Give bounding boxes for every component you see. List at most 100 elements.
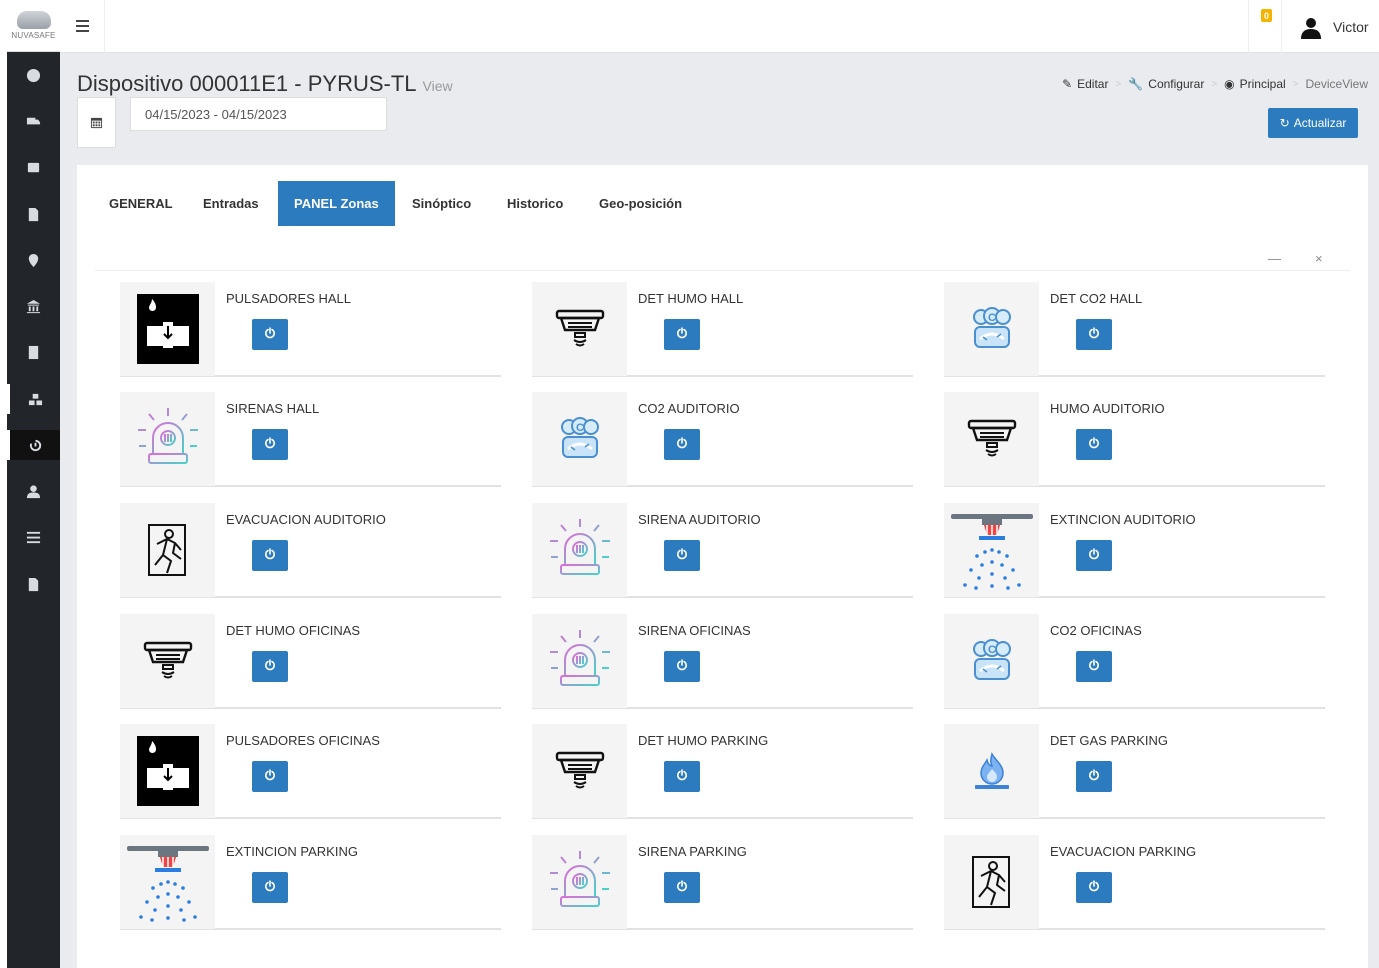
zone-label: DET GAS PARKING (1050, 733, 1168, 748)
zone-label: SIRENAS HALL (226, 401, 320, 416)
sidebar-item-dashboard[interactable] (7, 60, 60, 90)
sim-card-icon (28, 207, 39, 221)
zone-power-button[interactable] (252, 540, 288, 571)
zone-card-extincion-parking: EXTINCION PARKING (120, 835, 501, 930)
breadcrumb-principal[interactable]: Principal (1240, 77, 1286, 91)
zone-power-button[interactable] (252, 651, 288, 682)
zone-card-sirenas-hall: SIRENAS HALL (120, 392, 501, 487)
zone-label: DET HUMO PARKING (638, 733, 769, 748)
zone-label: EVACUACION PARKING (1050, 844, 1197, 859)
power-icon (1088, 658, 1100, 676)
power-icon (1088, 436, 1100, 454)
zone-label: HUMO AUDITORIO (1050, 401, 1165, 416)
logo-text: NUVASAFE (11, 31, 56, 40)
zone-card-pulsadores-hall: PULSADORES HALL (120, 282, 501, 377)
sidebar-item-cubes[interactable] (7, 384, 60, 414)
zone-power-button[interactable] (252, 761, 288, 792)
zone-card-evacuacion-auditorio: EVACUACION AUDITORIO (120, 503, 501, 598)
zone-label: SIRENA PARKING (638, 844, 747, 859)
power-icon (264, 879, 276, 897)
zone-card-det-humo-hall: DET HUMO HALL (532, 282, 913, 377)
dashboard-icon (26, 68, 41, 82)
logo[interactable]: NUVASAFE (7, 0, 60, 52)
breadcrumb: ✎ Editar > 🔧 Configurar > ◉ Principal > … (1062, 77, 1368, 91)
tab-panel-zonas[interactable]: PANEL Zonas (278, 181, 395, 226)
tab-sin-ptico[interactable]: Sinóptico (396, 181, 487, 226)
zone-card-sirena-oficinas: SIRENA OFICINAS (532, 614, 913, 709)
tab-geo-posici-n[interactable]: Geo-posición (583, 181, 698, 226)
tab-historico[interactable]: Historico (491, 181, 579, 226)
zone-power-button[interactable] (1076, 761, 1112, 792)
zone-label: SIRENA AUDITORIO (638, 512, 761, 527)
sidebar-item-file[interactable] (7, 569, 60, 599)
breadcrumb-configurar[interactable]: Configurar (1148, 77, 1204, 91)
zone-power-button[interactable] (252, 872, 288, 903)
refresh-button[interactable]: ↻ Actualizar (1268, 108, 1358, 138)
tab-entradas[interactable]: Entradas (187, 181, 275, 226)
zone-power-button[interactable] (252, 319, 288, 350)
power-icon (264, 658, 276, 676)
power-icon (1088, 879, 1100, 897)
sidebar-item-history[interactable] (7, 430, 60, 460)
sidebar-item-sim-card[interactable] (7, 199, 60, 229)
file-icon (28, 577, 39, 591)
history-icon (29, 439, 41, 451)
smoke-detector-icon (944, 392, 1039, 486)
sidebar-item-list[interactable] (7, 522, 60, 552)
zone-card-det-humo-parking: DET HUMO PARKING (532, 724, 913, 819)
push-button-icon (120, 724, 215, 818)
co2-detector-icon: C (944, 282, 1039, 376)
user-avatar-icon[interactable] (1300, 17, 1322, 39)
list-icon (26, 531, 41, 543)
dashboard-icon: ◉ (1224, 77, 1235, 91)
date-range-input[interactable]: 04/15/2023 - 04/15/2023 (130, 97, 387, 131)
zone-label: CO2 AUDITORIO (638, 401, 740, 416)
institution-icon (26, 299, 41, 313)
evacuation-icon (944, 835, 1039, 929)
sidebar-item-map-marker[interactable] (7, 245, 60, 275)
power-icon (676, 768, 688, 786)
zone-card-extincion-auditorio: EXTINCION AUDITORIO (944, 503, 1325, 598)
minimize-icon[interactable]: — (1268, 251, 1281, 266)
zone-power-button[interactable] (252, 429, 288, 460)
zone-power-button[interactable] (664, 651, 700, 682)
sidebar-item-table[interactable] (7, 152, 60, 182)
sidebar-item-institution[interactable] (7, 291, 60, 321)
zone-power-button[interactable] (1076, 319, 1112, 350)
power-icon (676, 658, 688, 676)
edit-icon: ✎ (1062, 77, 1073, 91)
zone-card-det-co2-hall: C DET CO2 HALL (944, 282, 1325, 377)
sidebar-item-truck[interactable] (7, 106, 60, 136)
power-icon (264, 547, 276, 565)
zone-power-button[interactable] (1076, 429, 1112, 460)
notification-badge[interactable]: 0 (1261, 9, 1272, 22)
zone-card-sirena-parking: SIRENA PARKING (532, 835, 913, 930)
sprinkler-icon (120, 835, 215, 929)
power-icon (1088, 547, 1100, 565)
sidebar-item-building[interactable] (7, 337, 60, 367)
smoke-detector-icon (532, 282, 627, 376)
zone-power-button[interactable] (1076, 872, 1112, 903)
power-icon (676, 436, 688, 454)
refresh-icon: ↻ (1279, 116, 1290, 130)
zone-power-button[interactable] (664, 540, 700, 571)
zone-power-button[interactable] (1076, 540, 1112, 571)
zone-power-button[interactable] (664, 872, 700, 903)
menu-toggle-icon[interactable] (76, 20, 89, 35)
push-button-icon (120, 282, 215, 376)
zone-card-humo-auditorio: HUMO AUDITORIO (944, 392, 1325, 487)
zone-power-button[interactable] (664, 429, 700, 460)
zone-power-button[interactable] (664, 319, 700, 350)
zone-power-button[interactable] (1076, 651, 1112, 682)
tab-general[interactable]: GENERAL (93, 181, 189, 226)
calendar-icon[interactable] (77, 97, 116, 148)
zone-power-button[interactable] (664, 761, 700, 792)
siren-icon (532, 503, 627, 597)
user-name[interactable]: Victor (1333, 19, 1369, 35)
close-icon[interactable]: × (1315, 251, 1323, 266)
sidebar-item-user[interactable] (7, 476, 60, 506)
smoke-detector-icon (532, 724, 627, 818)
zone-label: EVACUACION AUDITORIO (226, 512, 386, 527)
breadcrumb-editar[interactable]: Editar (1077, 77, 1108, 91)
evacuation-icon (120, 503, 215, 597)
